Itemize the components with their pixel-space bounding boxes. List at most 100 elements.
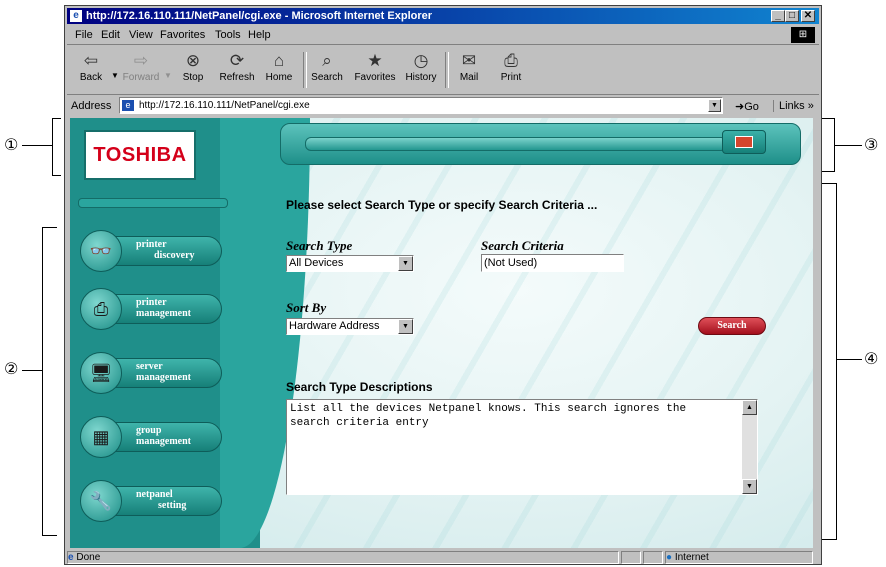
description-textarea[interactable]: List all the devices Netpanel knows. Thi… bbox=[286, 399, 758, 495]
stop-icon: ⊗ bbox=[185, 51, 201, 70]
windows-logo-icon: ⊞ bbox=[791, 27, 815, 43]
back-dropdown-icon[interactable]: ▼ bbox=[111, 71, 119, 80]
search-type-select[interactable]: All Devices ▼ bbox=[286, 255, 414, 272]
sort-by-select[interactable]: Hardware Address ▼ bbox=[286, 318, 414, 335]
home-label: Home bbox=[265, 72, 293, 83]
callout-1-line bbox=[22, 145, 52, 146]
home-button[interactable]: ⌂ Home bbox=[259, 48, 299, 92]
nav-label: netpanel setting bbox=[136, 489, 186, 511]
status-done: e Done bbox=[67, 551, 619, 564]
callout-2: ② bbox=[4, 359, 19, 378]
forward-dropdown-icon[interactable]: ▼ bbox=[164, 71, 172, 80]
nav-printer-discovery[interactable]: 👓 printer discovery bbox=[80, 230, 222, 272]
nav-label-line2: discovery bbox=[154, 250, 195, 261]
search-button-toolbar[interactable]: ⌕ Search bbox=[307, 48, 347, 92]
logo-text: TOSHIBA bbox=[93, 144, 187, 166]
nav-label-line1: printer bbox=[136, 297, 167, 308]
back-button[interactable]: ⇦ Back bbox=[71, 48, 111, 92]
sort-by-label: Sort By bbox=[286, 300, 327, 315]
menu-help[interactable]: Help bbox=[248, 29, 271, 41]
chevron-down-icon[interactable]: ▼ bbox=[398, 256, 413, 271]
forward-label: Forward bbox=[122, 72, 160, 83]
status-cell bbox=[643, 551, 663, 564]
description-scrollbar[interactable]: ▲ ▼ bbox=[742, 400, 757, 494]
address-field[interactable]: e http://172.16.110.111/NetPanel/cgi.exe… bbox=[119, 97, 723, 114]
search-button[interactable]: Search bbox=[698, 317, 766, 335]
close-button[interactable]: ✕ bbox=[801, 10, 815, 22]
callout-3-line bbox=[834, 145, 862, 146]
address-label: Address bbox=[71, 100, 112, 112]
search-type-label: Search Type bbox=[286, 238, 353, 253]
help-button[interactable] bbox=[722, 130, 766, 154]
nav-label: printer discovery bbox=[136, 239, 195, 261]
go-button[interactable]: ➜Go bbox=[735, 100, 759, 113]
status-cell bbox=[621, 551, 641, 564]
history-button[interactable]: ◷ History bbox=[401, 48, 441, 92]
ie-page-icon: e bbox=[70, 10, 82, 22]
scroll-down-icon[interactable]: ▼ bbox=[742, 479, 757, 494]
title-bar[interactable]: e http://172.16.110.111/NetPanel/cgi.exe… bbox=[67, 8, 819, 24]
links-button[interactable]: Links » bbox=[773, 100, 814, 112]
mail-icon: ✉ bbox=[461, 51, 477, 70]
callout-1-bracket bbox=[52, 118, 61, 176]
favorites-button[interactable]: ★ Favorites bbox=[352, 48, 398, 92]
search-criteria-field[interactable]: (Not Used) bbox=[481, 254, 624, 272]
status-bar: e Done ● Internet bbox=[67, 551, 819, 564]
toshiba-logo: TOSHIBA bbox=[84, 130, 196, 180]
print-button[interactable]: ⎙ Print bbox=[491, 48, 531, 92]
callout-4: ④ bbox=[864, 349, 879, 368]
nav-label-line2: management bbox=[136, 372, 191, 383]
nav-printer-management[interactable]: ⎙ printer management bbox=[80, 288, 222, 330]
history-icon: ◷ bbox=[413, 51, 429, 70]
nav-label-line1: printer bbox=[136, 239, 167, 250]
back-label: Back bbox=[79, 72, 103, 83]
forward-arrow-icon: ⇨ bbox=[133, 51, 149, 70]
nav-label-line2: setting bbox=[158, 500, 187, 511]
printers-group-icon: ▦ bbox=[80, 416, 122, 458]
stop-label: Stop bbox=[182, 72, 204, 83]
go-label: Go bbox=[744, 101, 759, 113]
scroll-up-icon[interactable]: ▲ bbox=[742, 400, 757, 415]
search-type-value: All Devices bbox=[289, 257, 344, 269]
back-arrow-icon: ⇦ bbox=[83, 51, 99, 70]
history-label: History bbox=[405, 72, 437, 83]
nav-server-management[interactable]: 🖥 server management bbox=[80, 352, 222, 394]
minimize-button[interactable]: _ bbox=[771, 10, 785, 22]
globe-icon: ● bbox=[666, 552, 673, 563]
nav-label-line2: management bbox=[136, 436, 191, 447]
menu-file[interactable]: File bbox=[75, 29, 93, 41]
search-criteria-value: (Not Used) bbox=[484, 257, 538, 269]
stop-button[interactable]: ⊗ Stop bbox=[173, 48, 213, 92]
address-bar: Address e http://172.16.110.111/NetPanel… bbox=[67, 96, 819, 116]
mail-button[interactable]: ✉ Mail bbox=[449, 48, 489, 92]
top-banner-groove bbox=[305, 137, 727, 151]
nav-label-line1: netpanel bbox=[136, 489, 173, 500]
refresh-button[interactable]: ⟳ Refresh bbox=[217, 48, 257, 92]
nav-group-management[interactable]: ▦ group management bbox=[80, 416, 222, 458]
menu-bar: File Edit View Favorites Tools Help ⊞ bbox=[67, 26, 819, 45]
menu-view[interactable]: View bbox=[129, 29, 153, 41]
nav-netpanel-setting[interactable]: 🔧 netpanel setting bbox=[80, 480, 222, 522]
toolbar: ⇦ Back ▼ ⇨ Forward ▼ ⊗ Stop ⟳ Refresh ⌂ … bbox=[67, 46, 819, 95]
menu-favorites[interactable]: Favorites bbox=[160, 29, 205, 41]
nav-label-line1: group bbox=[136, 425, 162, 436]
search-icon: ⌕ bbox=[322, 51, 332, 70]
menu-tools[interactable]: Tools bbox=[215, 29, 241, 41]
server-computer-icon: 🖥 bbox=[80, 352, 122, 394]
forward-button[interactable]: ⇨ Forward bbox=[121, 48, 161, 92]
callout-3-bracket bbox=[822, 118, 835, 172]
nav-label-line1: server bbox=[136, 361, 163, 372]
chevron-down-icon[interactable]: ▼ bbox=[398, 319, 413, 334]
maximize-button[interactable]: □ bbox=[785, 10, 799, 22]
print-label: Print bbox=[500, 72, 522, 83]
sidebar-divider bbox=[78, 198, 228, 208]
address-url[interactable]: http://172.16.110.111/NetPanel/cgi.exe bbox=[139, 100, 310, 111]
nav-label: server management bbox=[136, 361, 191, 383]
browser-window: e http://172.16.110.111/NetPanel/cgi.exe… bbox=[64, 5, 822, 565]
address-dropdown-icon[interactable]: ▼ bbox=[708, 99, 721, 112]
home-icon: ⌂ bbox=[273, 51, 285, 70]
menu-edit[interactable]: Edit bbox=[101, 29, 120, 41]
sort-by-value: Hardware Address bbox=[289, 320, 380, 332]
favorites-label: Favorites bbox=[354, 72, 396, 83]
zone-text: Internet bbox=[674, 552, 709, 563]
